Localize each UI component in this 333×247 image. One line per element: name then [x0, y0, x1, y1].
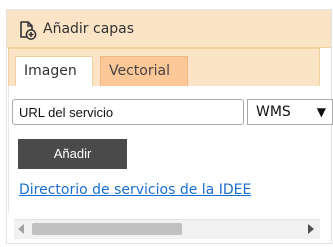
add-button[interactable]: Añadir: [18, 139, 127, 169]
panel-title: Añadir capas: [43, 21, 135, 37]
service-type-select[interactable]: WMS ▼: [247, 99, 333, 125]
tab-vectorial[interactable]: Vectorial: [100, 56, 188, 87]
scroll-right-arrow-icon[interactable]: [308, 224, 314, 234]
add-layer-icon: [17, 20, 37, 40]
horizontal-scrollbar[interactable]: [14, 219, 320, 239]
service-type-selected-value: WMS: [256, 104, 291, 120]
scrollbar-thumb[interactable]: [32, 223, 182, 235]
dropdown-arrow-icon: ▼: [316, 105, 326, 119]
scroll-left-arrow-icon[interactable]: [18, 224, 24, 234]
tab-bar: Imagen Vectorial: [8, 48, 320, 87]
panel-header[interactable]: Añadir capas: [7, 10, 331, 48]
service-url-input[interactable]: [12, 99, 244, 125]
idee-services-directory-link[interactable]: Directorio de servicios de la IDEE: [19, 182, 251, 198]
tab-imagen[interactable]: Imagen: [15, 56, 93, 87]
